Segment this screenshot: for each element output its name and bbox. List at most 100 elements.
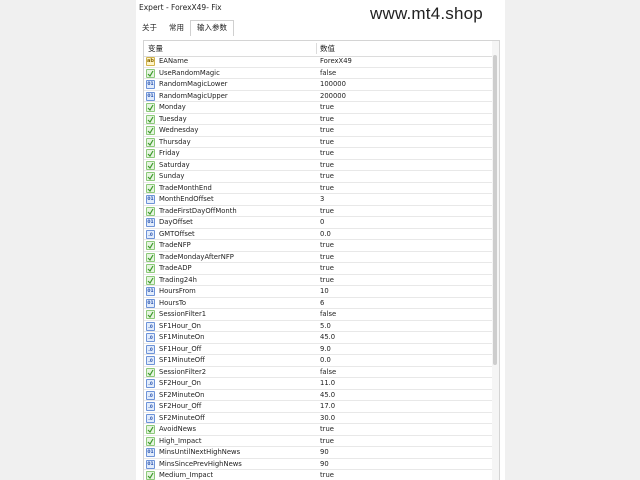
param-row[interactable]: Thursday true	[144, 137, 492, 148]
param-value[interactable]: 11.0	[320, 378, 335, 389]
param-value[interactable]: true	[320, 102, 334, 113]
tab-inputs[interactable]: 输入参数	[190, 20, 234, 36]
param-row[interactable]: 01 RandomMagicUpper 200000	[144, 91, 492, 102]
param-value[interactable]: true	[320, 275, 334, 286]
page-background-right	[505, 0, 640, 480]
param-value[interactable]: true	[320, 252, 334, 263]
param-value[interactable]: true	[320, 183, 334, 194]
column-header-variable[interactable]: 变量	[148, 41, 163, 56]
param-name: GMTOffset	[159, 229, 195, 238]
param-row[interactable]: ab EAName ForexX49	[144, 56, 492, 68]
param-value[interactable]: 30.0	[320, 413, 335, 424]
param-name-cell: .0 SF1Hour_On	[144, 321, 316, 332]
param-row[interactable]: Saturday true	[144, 160, 492, 171]
param-value[interactable]: 17.0	[320, 401, 335, 412]
param-row[interactable]: 01 HoursTo 6	[144, 298, 492, 309]
column-header-value[interactable]: 数值	[320, 41, 335, 56]
param-row[interactable]: .0 SF1MinuteOn 45.0	[144, 332, 492, 344]
tab-about[interactable]: 关于	[136, 20, 163, 36]
param-value[interactable]: true	[320, 125, 334, 136]
param-row[interactable]: 01 HoursFrom 10	[144, 286, 492, 298]
param-value[interactable]: true	[320, 424, 334, 435]
param-name-cell: UseRandomMagic	[144, 68, 316, 79]
param-row[interactable]: 01 DayOffset 0	[144, 217, 492, 229]
param-value[interactable]: true	[320, 160, 334, 171]
param-name-cell: Saturday	[144, 160, 316, 171]
param-row[interactable]: Medium_Impact true	[144, 470, 492, 480]
param-value[interactable]: 90	[320, 447, 329, 458]
param-value[interactable]: 45.0	[320, 390, 335, 401]
tab-common[interactable]: 常用	[163, 20, 190, 36]
param-row[interactable]: Tuesday true	[144, 114, 492, 125]
param-value[interactable]: true	[320, 114, 334, 125]
param-row[interactable]: .0 GMTOffset 0.0	[144, 229, 492, 240]
param-row[interactable]: Friday true	[144, 148, 492, 160]
param-row[interactable]: .0 SF2Hour_On 11.0	[144, 378, 492, 390]
param-value[interactable]: 100000	[320, 79, 346, 90]
column-divider[interactable]	[316, 43, 317, 54]
param-row[interactable]: TradeFirstDayOffMonth true	[144, 206, 492, 217]
param-value[interactable]: 9.0	[320, 344, 331, 355]
double-param-icon: .0	[146, 390, 155, 400]
param-name: SF1Hour_Off	[159, 344, 202, 353]
param-row[interactable]: 01 RandomMagicLower 100000	[144, 79, 492, 91]
param-value[interactable]: ForexX49	[320, 56, 352, 67]
param-value[interactable]: true	[320, 470, 334, 480]
param-value[interactable]: 200000	[320, 91, 346, 102]
param-value[interactable]: 0.0	[320, 229, 331, 240]
param-row[interactable]: .0 SF1MinuteOff 0.0	[144, 355, 492, 367]
param-row[interactable]: 01 MinsSincePrevHighNews 90	[144, 459, 492, 470]
param-row[interactable]: AvoidNews true	[144, 424, 492, 436]
param-row[interactable]: .0 SF1Hour_On 5.0	[144, 321, 492, 332]
param-value[interactable]: true	[320, 263, 334, 274]
param-row[interactable]: 01 MinsUntilNextHighNews 90	[144, 447, 492, 459]
param-name: High_Impact	[159, 436, 202, 445]
param-value[interactable]: 3	[320, 194, 324, 205]
param-name-cell: .0 SF2MinuteOn	[144, 390, 316, 401]
param-value[interactable]: true	[320, 171, 334, 182]
param-row[interactable]: Monday true	[144, 102, 492, 114]
param-row[interactable]: SessionFilter2 false	[144, 367, 492, 378]
param-row[interactable]: .0 SF2MinuteOn 45.0	[144, 390, 492, 401]
param-row[interactable]: TradeMonthEnd true	[144, 183, 492, 194]
param-row[interactable]: Sunday true	[144, 171, 492, 183]
param-value[interactable]: true	[320, 240, 334, 251]
param-row[interactable]: UseRandomMagic false	[144, 68, 492, 79]
param-value[interactable]: true	[320, 436, 334, 447]
param-name: RandomMagicLower	[159, 80, 228, 88]
param-name-cell: 01 RandomMagicLower	[144, 79, 316, 90]
param-row[interactable]: Trading24h true	[144, 275, 492, 286]
param-value[interactable]: 45.0	[320, 332, 335, 343]
param-row[interactable]: 01 MonthEndOffset 3	[144, 194, 492, 206]
param-value[interactable]: 5.0	[320, 321, 331, 332]
param-row[interactable]: High_Impact true	[144, 436, 492, 447]
param-row[interactable]: TradeMondayAfterNFP true	[144, 252, 492, 263]
double-param-icon: .0	[146, 356, 155, 365]
param-value[interactable]: false	[320, 68, 336, 79]
param-row[interactable]: TradeNFP true	[144, 240, 492, 252]
param-value[interactable]: 0	[320, 217, 324, 228]
param-row[interactable]: TradeADP true	[144, 263, 492, 275]
param-value[interactable]: 6	[320, 298, 324, 309]
param-value[interactable]: false	[320, 309, 336, 320]
scrollbar-thumb[interactable]	[493, 55, 497, 365]
param-value[interactable]: 0.0	[320, 355, 331, 366]
param-value[interactable]: 90	[320, 459, 329, 470]
param-value[interactable]: 10	[320, 286, 329, 297]
param-name-cell: 01 HoursFrom	[144, 286, 316, 297]
param-row[interactable]: .0 SF2Hour_Off 17.0	[144, 401, 492, 413]
param-row[interactable]: SessionFilter1 false	[144, 309, 492, 321]
param-value[interactable]: true	[320, 148, 334, 159]
param-row[interactable]: Wednesday true	[144, 125, 492, 137]
param-name-cell: 01 MonthEndOffset	[144, 194, 316, 205]
double-param-icon: .0	[146, 229, 155, 239]
param-value[interactable]: true	[320, 206, 334, 217]
int-param-icon: 01	[146, 195, 155, 204]
vertical-scrollbar[interactable]	[492, 41, 499, 480]
param-value[interactable]: true	[320, 137, 334, 148]
param-name-cell: .0 SF2Hour_Off	[144, 401, 316, 412]
param-row[interactable]: .0 SF1Hour_Off 9.0	[144, 344, 492, 355]
param-name-cell: TradeFirstDayOffMonth	[144, 206, 316, 217]
param-value[interactable]: false	[320, 367, 336, 378]
param-row[interactable]: .0 SF2MinuteOff 30.0	[144, 413, 492, 424]
